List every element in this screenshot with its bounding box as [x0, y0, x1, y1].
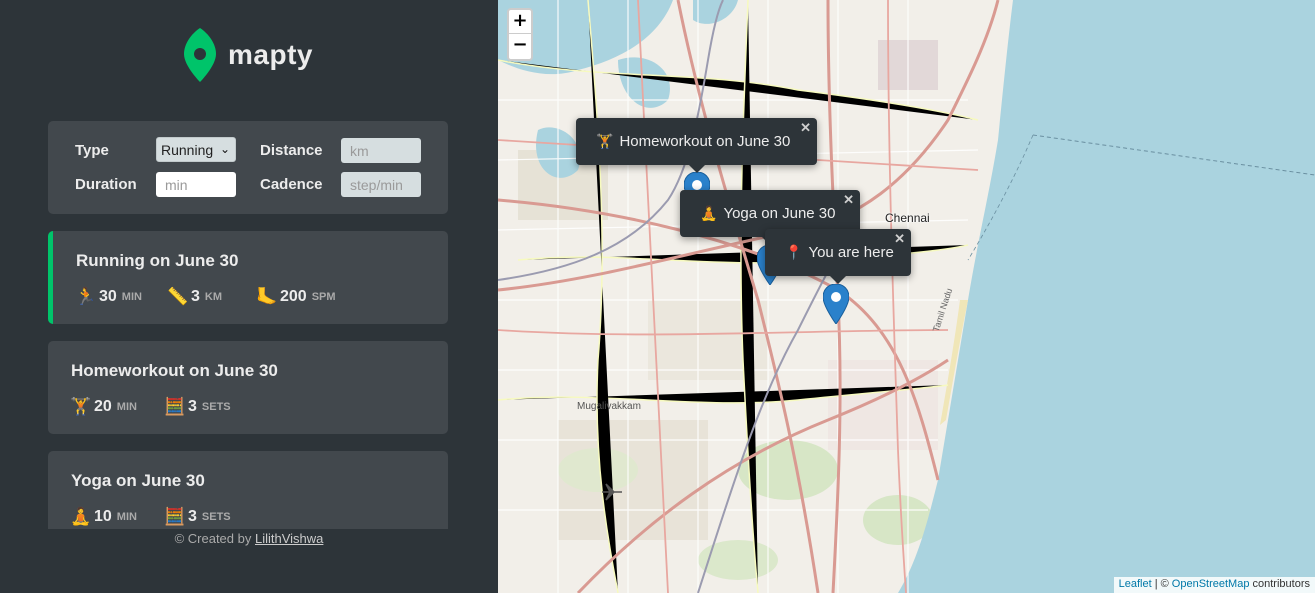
foot-icon: 🦶 — [256, 287, 278, 307]
close-icon[interactable]: ✕ — [894, 231, 905, 247]
duration-label: Duration — [75, 176, 137, 193]
running-icon: 🏃 — [75, 287, 97, 307]
close-icon[interactable]: ✕ — [843, 192, 854, 208]
close-icon[interactable]: ✕ — [800, 120, 811, 136]
workout-title: Yoga on June 30 — [71, 471, 205, 490]
detail-value: 30 — [99, 288, 117, 305]
workout-detail-sets: 🧮 3 sets — [164, 507, 231, 527]
chevron-down-icon: ⌄ — [217, 142, 230, 156]
osm-link[interactable]: OpenStreetMap — [1172, 578, 1250, 590]
map-attribution: Leaflet | © OpenStreetMap contributors — [1113, 577, 1315, 593]
zoom-in-button[interactable]: + — [509, 10, 531, 34]
popup-current-location: 📍 You are here ✕ — [765, 229, 911, 284]
workout-form: Type Running ⌄ Distance Duration Cadence — [48, 121, 448, 214]
workout-detail-duration: 🧘 10 min — [70, 507, 137, 527]
duration-input[interactable] — [156, 172, 236, 197]
map-area-label: Mugalivakkam — [577, 401, 641, 412]
yoga-icon: 🧘 — [70, 507, 92, 527]
detail-unit: sets — [201, 401, 231, 413]
weightlifting-icon: 🏋 — [70, 397, 92, 417]
detail-value: 3 — [191, 288, 200, 305]
workout-list: Running on June 30 🏃 30 min 📏 3 km 🦶 200… — [48, 231, 448, 529]
distance-input[interactable] — [341, 138, 421, 163]
attribution-separator: | © — [1154, 578, 1169, 590]
weightlifting-icon: 🏋 — [596, 133, 614, 149]
logo-pin-icon — [184, 28, 216, 82]
copyright: © Created by LilithVishwa — [0, 531, 498, 546]
logo: mapty — [184, 28, 313, 82]
workout-card-running[interactable]: Running on June 30 🏃 30 min 📏 3 km 🦶 200… — [48, 231, 448, 324]
detail-unit: km — [204, 291, 223, 303]
map[interactable]: Chennai Mugalivakkam Tamil Nadu + − 🏋 Ho… — [498, 0, 1315, 593]
cadence-label: Cadence — [260, 176, 323, 193]
detail-unit: spm — [311, 291, 336, 303]
abacus-icon: 🧮 — [164, 507, 186, 527]
ruler-icon: 📏 — [167, 287, 189, 307]
workout-card-homeworkout[interactable]: Homeworkout on June 30 🏋 20 min 🧮 3 sets — [48, 341, 448, 434]
distance-label: Distance — [260, 142, 323, 159]
detail-value: 20 — [94, 398, 112, 415]
detail-value: 200 — [280, 288, 307, 305]
attribution-suffix: contributors — [1252, 578, 1310, 590]
detail-unit: sets — [201, 511, 231, 523]
map-tiles — [498, 0, 1315, 593]
workout-detail-sets: 🧮 3 sets — [164, 397, 231, 417]
workout-title: Running on June 30 — [76, 251, 239, 270]
detail-value: 3 — [188, 398, 197, 415]
map-marker-current-location[interactable] — [823, 284, 849, 324]
leaflet-link[interactable]: Leaflet — [1119, 578, 1152, 590]
zoom-out-button[interactable]: − — [509, 34, 531, 58]
pin-icon: 📍 — [785, 244, 803, 260]
popup-text: Yoga on June 30 — [723, 205, 836, 222]
type-select[interactable]: Running ⌄ — [156, 137, 236, 162]
workout-detail-cadence: 🦶 200 spm — [256, 287, 336, 307]
detail-unit: min — [116, 401, 137, 413]
cadence-input[interactable] — [341, 172, 421, 197]
copyright-prefix: © Created by — [174, 531, 252, 546]
workout-detail-duration: 🏃 30 min — [75, 287, 142, 307]
logo-text: mapty — [228, 39, 313, 70]
type-select-value: Running — [161, 141, 214, 158]
map-city-label: Chennai — [885, 211, 930, 225]
detail-unit: min — [116, 511, 137, 523]
sidebar: mapty Type Running ⌄ Distance Duration C… — [0, 0, 498, 593]
popup-tip — [829, 275, 847, 284]
workout-card-yoga[interactable]: Yoga on June 30 🧘 10 min 🧮 3 sets — [48, 451, 448, 529]
popup-homeworkout: 🏋 Homeworkout on June 30 ✕ — [576, 118, 817, 173]
author-link[interactable]: LilithVishwa — [255, 531, 323, 546]
popup-tip — [687, 164, 706, 173]
detail-unit: min — [121, 291, 142, 303]
workout-detail-distance: 📏 3 km — [167, 287, 223, 307]
zoom-control: + − — [507, 8, 533, 61]
yoga-icon: 🧘 — [700, 205, 718, 221]
abacus-icon: 🧮 — [164, 397, 186, 417]
detail-value: 3 — [188, 508, 197, 525]
popup-text: You are here — [808, 244, 894, 261]
workout-detail-duration: 🏋 20 min — [70, 397, 137, 417]
type-label: Type — [75, 142, 109, 159]
detail-value: 10 — [94, 508, 112, 525]
popup-text: Homeworkout on June 30 — [619, 133, 791, 150]
workout-title: Homeworkout on June 30 — [71, 361, 278, 380]
